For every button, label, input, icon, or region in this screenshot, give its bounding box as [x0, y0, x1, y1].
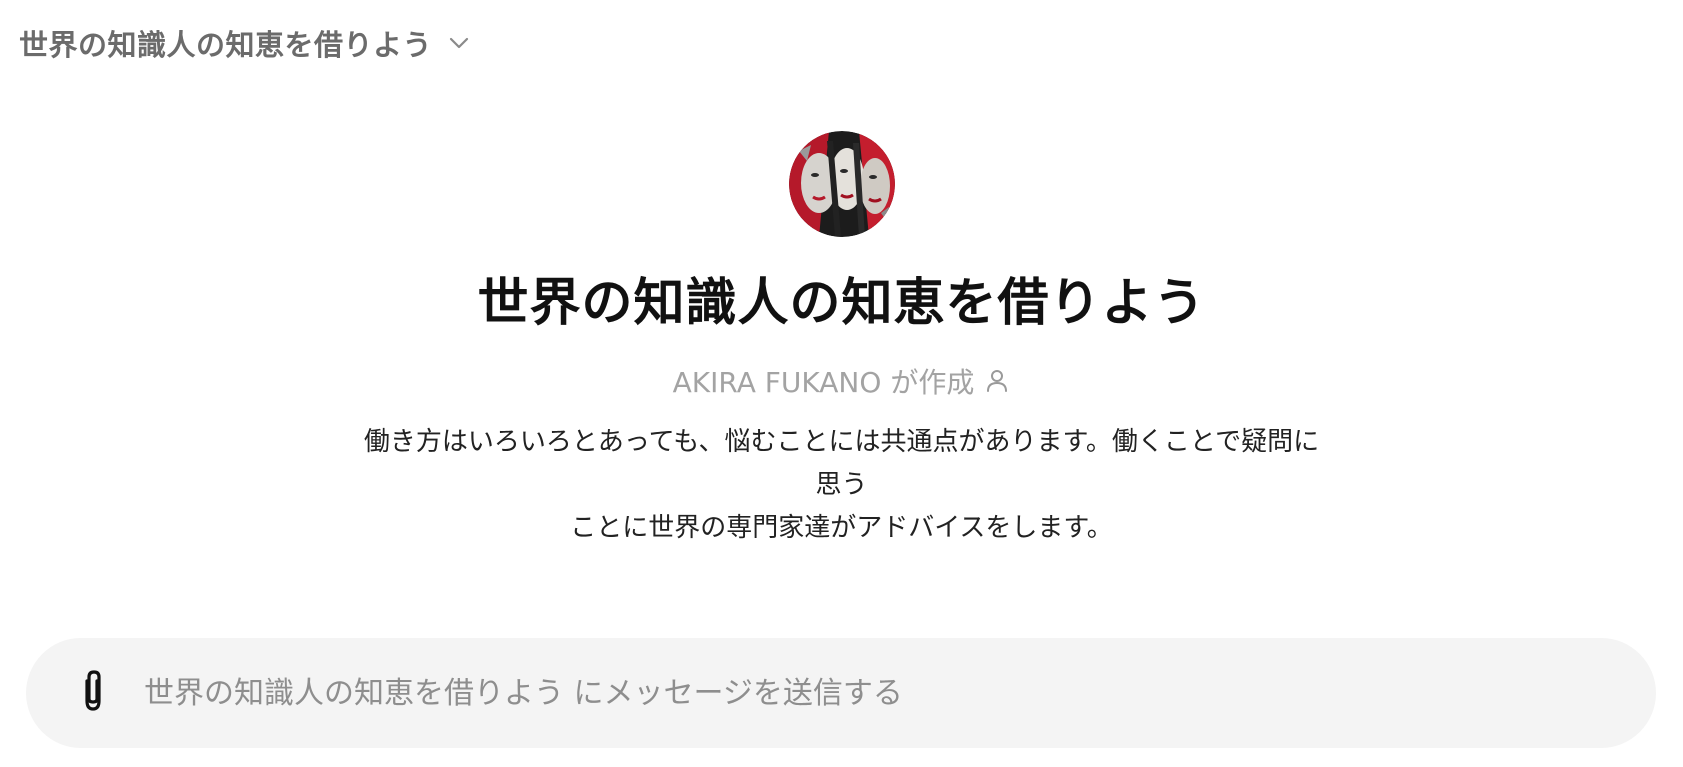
paperclip-icon — [73, 667, 113, 719]
person-icon[interactable] — [984, 368, 1010, 394]
gpt-selector-dropdown[interactable]: 世界の知識人の知恵を借りよう — [19, 22, 472, 64]
attach-button[interactable] — [68, 668, 118, 718]
chevron-down-icon — [446, 30, 472, 56]
gpt-intro: 世界の知識人の知恵を借りよう AKIRA FUKANO が作成 働き方はいろいろ… — [0, 131, 1683, 550]
description-line-1: 働き方はいろいろとあっても、悩むことには共通点があります。働くことで疑問に思う — [363, 427, 1320, 500]
gpt-selector-title: 世界の知識人の知恵を借りよう — [19, 28, 433, 62]
chat-page: 世界の知識人の知恵を借りよう 世界の知識人の知恵を借りよう AKIRA FUKA… — [0, 0, 1683, 767]
author-line: AKIRA FUKANO が作成 — [673, 361, 1011, 401]
author-text: AKIRA FUKANO が作成 — [672, 366, 975, 399]
description-line-2: ことに世界の専門家達がアドバイスをします。 — [570, 513, 1113, 543]
gpt-title: 世界の知識人の知恵を借りよう — [477, 274, 1206, 333]
message-input[interactable] — [142, 662, 1656, 724]
message-composer — [26, 638, 1656, 748]
gpt-description: 働き方はいろいろとあっても、悩むことには共通点があります。働くことで疑問に思う … — [352, 421, 1332, 550]
gpt-avatar — [788, 131, 895, 237]
